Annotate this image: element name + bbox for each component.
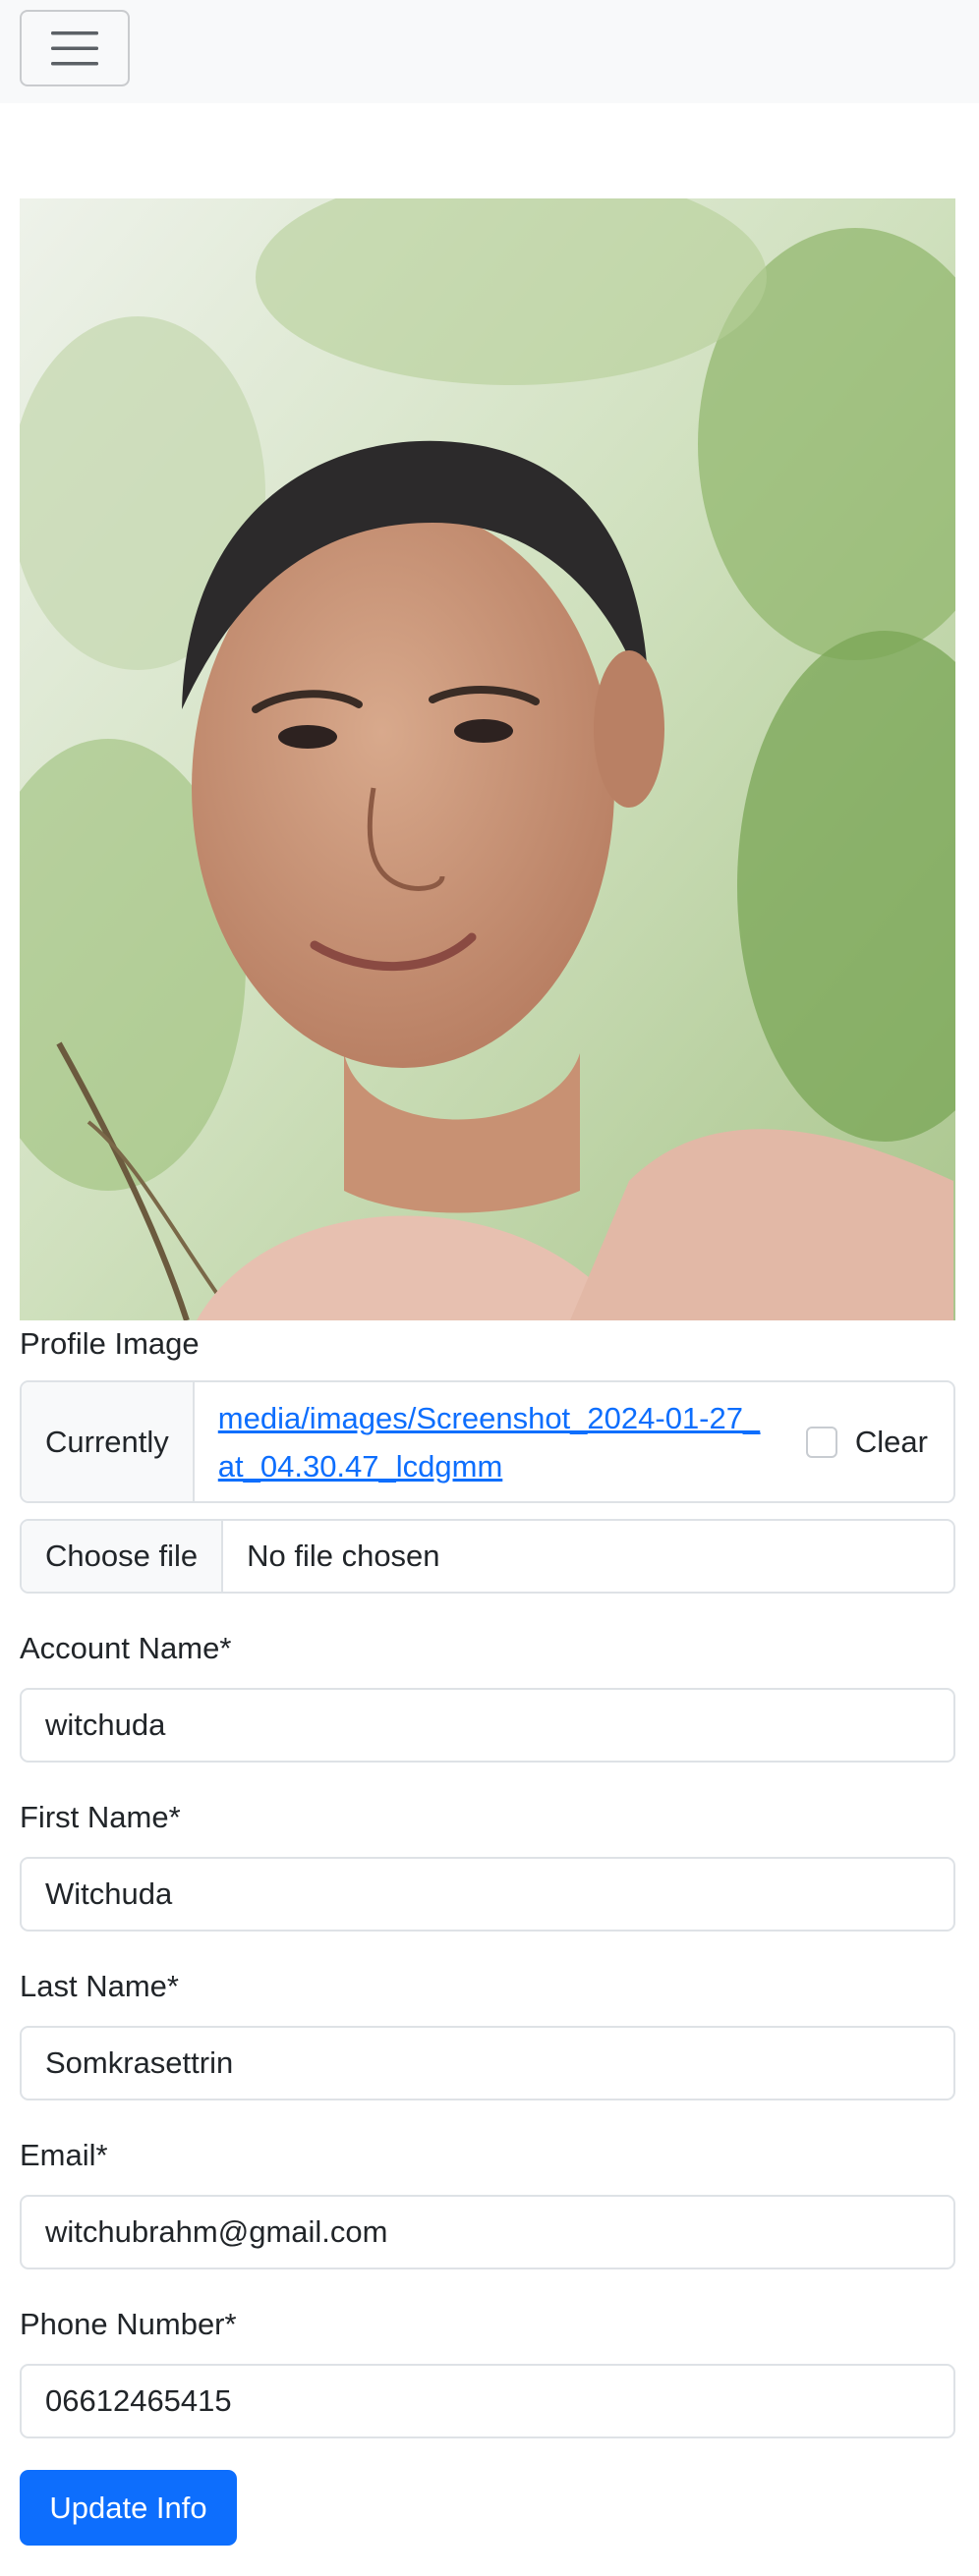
file-input-group: Choose file No file chosen [20, 1519, 955, 1594]
navbar-toggler-button[interactable] [20, 10, 130, 86]
profile-image-label: Profile Image [20, 1326, 200, 1361]
email-input[interactable] [20, 2195, 955, 2269]
first-name-input[interactable] [20, 1857, 955, 1932]
email-label: Email* [20, 2138, 108, 2172]
phone-number-label: Phone Number* [20, 2307, 237, 2341]
first-name-label: First Name* [20, 1800, 181, 1834]
current-image-link-wrap: media/images/Screenshot_2024-01-27_at_04… [195, 1382, 806, 1501]
account-name-label: Account Name* [20, 1631, 232, 1665]
clear-checkbox-wrap: Clear [805, 1382, 953, 1501]
update-info-button[interactable]: Update Info [20, 2470, 237, 2546]
navbar [0, 0, 979, 103]
currently-label: Currently [22, 1382, 195, 1501]
last-name-label: Last Name* [20, 1969, 179, 2003]
last-name-input[interactable] [20, 2026, 955, 2100]
choose-file-button[interactable]: Choose file [22, 1521, 224, 1592]
current-image-group: Currently media/images/Screenshot_2024-0… [20, 1380, 955, 1503]
current-image-link[interactable]: media/images/Screenshot_2024-01-27_at_04… [218, 1394, 769, 1490]
account-name-input[interactable] [20, 1688, 955, 1763]
clear-checkbox[interactable] [805, 1426, 837, 1458]
phone-number-input[interactable] [20, 2364, 955, 2438]
profile-photo [20, 198, 955, 1320]
file-status-text: No file chosen [247, 1539, 440, 1573]
hamburger-menu-icon [22, 29, 128, 67]
clear-label[interactable]: Clear [855, 1425, 928, 1460]
